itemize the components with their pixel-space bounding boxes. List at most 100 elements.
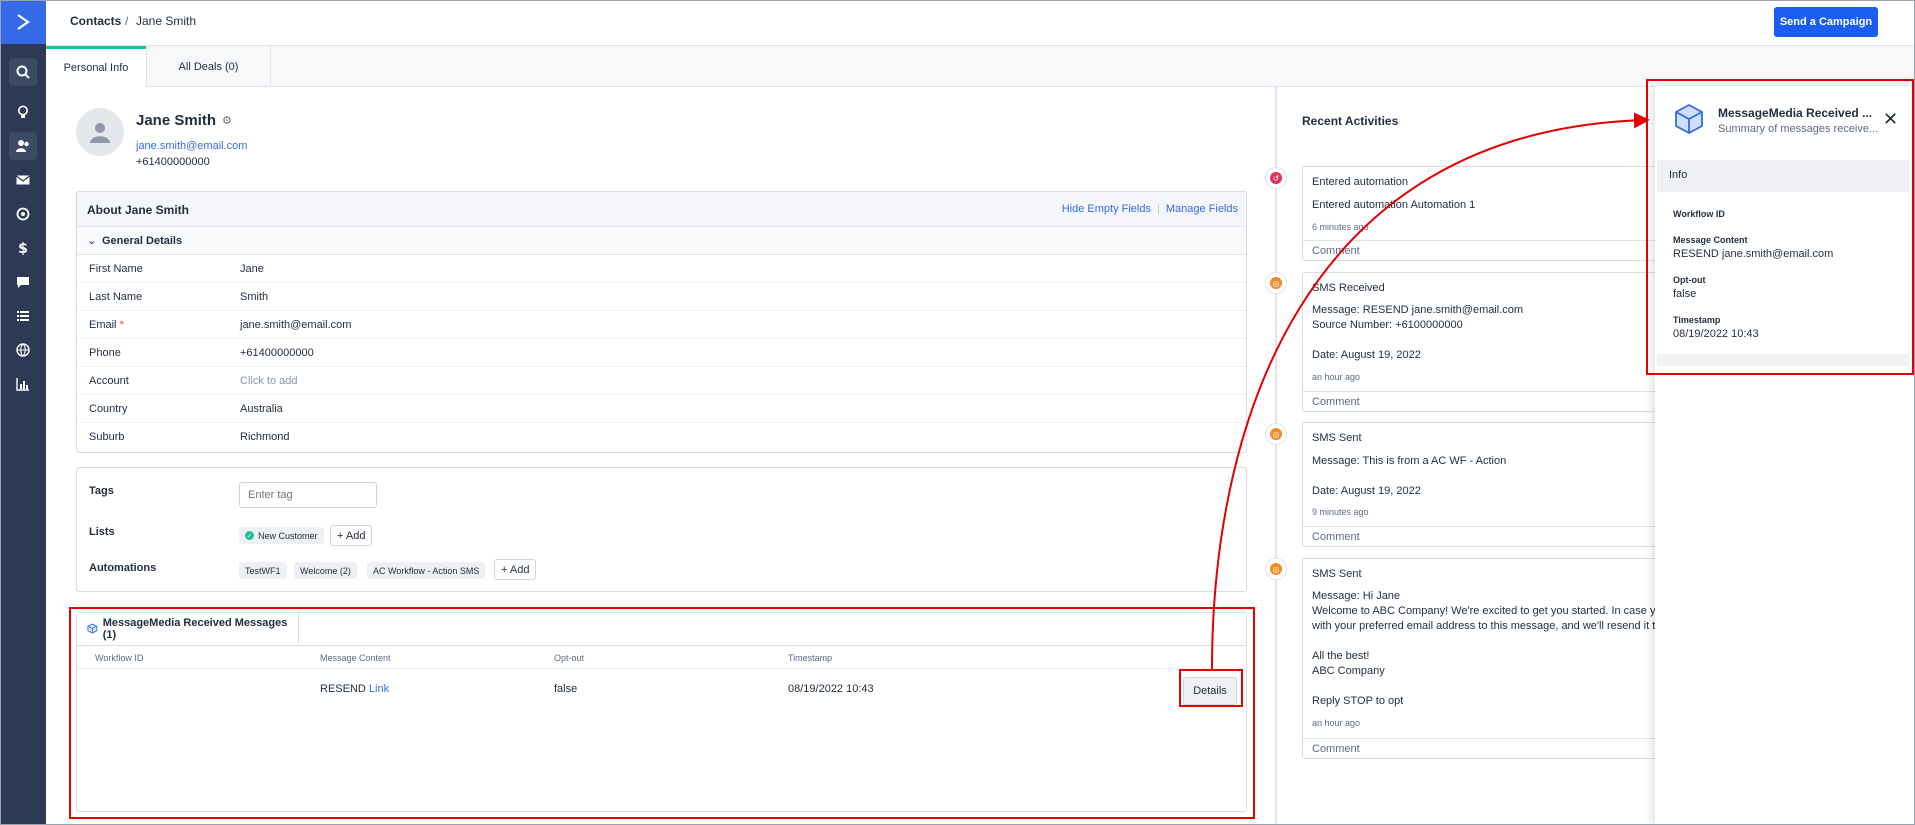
breadcrumb-contacts[interactable]: Contacts — [70, 14, 121, 28]
details-button[interactable]: Details — [1183, 677, 1237, 705]
field-first-name: First Name Jane — [77, 255, 1246, 283]
drawer-field-label: Timestamp — [1673, 315, 1721, 325]
cube-icon — [1675, 103, 1703, 135]
activity-time: an hour ago — [1312, 718, 1361, 728]
field-value[interactable]: Jane — [240, 263, 264, 275]
gear-icon[interactable]: ⚙ — [222, 114, 232, 127]
contact-email-link[interactable]: jane.smith@email.com — [136, 140, 247, 152]
messagemedia-tab[interactable]: MessageMedia Received Messages (1) — [77, 613, 299, 645]
drawer-field-label: Opt-out — [1673, 275, 1706, 285]
send-campaign-button[interactable]: Send a Campaign — [1774, 7, 1878, 37]
field-label: Suburb — [89, 431, 125, 443]
field-value[interactable]: +61400000000 — [240, 347, 314, 359]
field-value[interactable]: jane.smith@email.com — [240, 319, 351, 331]
general-details-toggle[interactable]: ⌄ General Details — [77, 227, 1246, 255]
add-list-button[interactable]: + Add — [330, 525, 373, 546]
activity-line: All the best! — [1312, 650, 1370, 662]
add-automation-button[interactable]: + Add — [494, 559, 537, 580]
comment-link[interactable]: Comment — [1303, 240, 1661, 260]
activity-card: SMS Sent Message: Hi Jane Welcome to ABC… — [1302, 558, 1662, 759]
drawer-field-label: Message Content — [1673, 235, 1748, 245]
drawer-field-value: RESEND jane.smith@email.com — [1673, 248, 1834, 260]
contact-name: Jane Smith — [136, 112, 217, 129]
globe-icon[interactable] — [9, 336, 37, 364]
field-label: First Name — [89, 263, 143, 275]
comment-link[interactable]: Comment — [1303, 391, 1661, 411]
top-bar: Contacts / Jane Smith Send a Campaign — [46, 0, 1915, 46]
messagemedia-panel: MessageMedia Received Messages (1) Workf… — [76, 612, 1247, 812]
field-label: Account — [89, 375, 129, 387]
column-header: Opt-out — [554, 653, 585, 663]
mail-icon[interactable] — [9, 166, 37, 194]
activity-line: Message: Hi Jane — [1312, 590, 1401, 602]
row-divider — [77, 668, 1246, 669]
list-icon[interactable] — [9, 302, 37, 330]
column-header: Workflow ID — [95, 653, 144, 663]
activity-line: ABC Company — [1312, 665, 1385, 677]
field-country: Country Australia — [77, 395, 1246, 423]
field-last-name: Last Name Smith — [77, 283, 1246, 311]
info-section-header: Info — [1657, 160, 1909, 192]
sms-event-icon: ◎ — [1265, 423, 1287, 445]
target-icon[interactable] — [9, 200, 37, 228]
search-icon[interactable] — [9, 58, 37, 86]
comment-link[interactable]: Comment — [1303, 526, 1661, 546]
contacts-icon[interactable] — [9, 132, 37, 160]
contact-phone: +61400000000 — [136, 156, 210, 168]
column-header: Timestamp — [788, 653, 833, 663]
field-label: Phone — [89, 347, 121, 359]
about-panel: About Jane Smith Hide Empty Fields | Manag… — [76, 191, 1247, 453]
tag-input[interactable] — [239, 482, 377, 508]
field-value[interactable]: Richmond — [240, 431, 290, 443]
comment-link[interactable]: Comment — [1303, 738, 1661, 758]
automation-chip[interactable]: TestWF1 — [239, 562, 287, 579]
about-header: About Jane Smith Hide Empty Fields | Manag… — [77, 192, 1246, 227]
drawer-field-value: 08/19/2022 10:43 — [1673, 328, 1759, 340]
activity-card: SMS Received Message: RESEND jane.smith@… — [1302, 272, 1662, 412]
lists-label: Lists — [89, 526, 115, 538]
sms-event-icon: ◎ — [1265, 558, 1287, 580]
tab-personal-info[interactable]: Personal Info — [46, 46, 146, 87]
activity-card: SMS Sent Message: This is from a AC WF -… — [1302, 422, 1662, 547]
field-value[interactable]: Smith — [240, 291, 268, 303]
manage-fields-link[interactable]: Manage Fields — [1166, 203, 1238, 215]
activity-title: SMS Sent — [1312, 568, 1362, 580]
link-divider: | — [1156, 203, 1160, 215]
activity-line: Message: RESEND jane.smith@email.com — [1312, 304, 1524, 316]
horizontal-scrollbar[interactable] — [1657, 354, 1909, 366]
field-value[interactable]: Australia — [240, 403, 283, 415]
timeline-line — [1275, 87, 1277, 825]
cube-icon — [87, 623, 98, 634]
activity-line: Date: August 19, 2022 — [1312, 485, 1421, 497]
activity-title: SMS Sent — [1312, 432, 1362, 444]
field-label: Last Name — [89, 291, 143, 303]
drawer-field-value: false — [1673, 288, 1697, 300]
drawer-title: MessageMedia Received ... — [1718, 106, 1873, 120]
message-link[interactable]: Link — [369, 683, 389, 695]
cell-opt-out: false — [554, 683, 578, 695]
close-icon[interactable]: ✕ — [1883, 110, 1898, 128]
hide-empty-fields-link[interactable]: Hide Empty Fields — [1062, 203, 1151, 215]
dollar-icon[interactable]: $ — [9, 234, 37, 262]
bar-chart-icon[interactable] — [9, 370, 37, 398]
check-icon: ✓ — [245, 531, 254, 540]
activity-line: Source Number: +6100000000 — [1312, 319, 1463, 331]
field-phone: Phone +61400000000 — [77, 339, 1246, 367]
lightbulb-icon[interactable] — [9, 98, 37, 126]
activity-time: an hour ago — [1312, 372, 1361, 382]
activity-card: Entered automation Entered automation Au… — [1302, 166, 1662, 261]
tags-panel: Tags Lists ✓New Customer + Add Automatio… — [76, 467, 1247, 592]
automation-chip[interactable]: Welcome (2) — [294, 562, 357, 579]
recent-activities-title: Recent Activities — [1302, 114, 1399, 128]
tab-divider — [77, 645, 1246, 646]
about-title: About Jane Smith — [87, 203, 190, 217]
chat-icon[interactable] — [9, 268, 37, 296]
tab-all-deals[interactable]: All Deals (0) — [146, 46, 271, 87]
drawer-subtitle: Summary of messages receive... — [1718, 123, 1879, 135]
field-value[interactable]: Click to add — [240, 375, 297, 387]
list-chip[interactable]: ✓ New Customer — [239, 527, 324, 544]
logo-icon[interactable] — [0, 0, 46, 44]
automation-chip[interactable]: AC Workflow - Action SMS — [367, 562, 486, 579]
activity-line: with your preferred email address to thi… — [1312, 620, 1662, 632]
cell-message-content: RESEND Link — [320, 683, 390, 695]
